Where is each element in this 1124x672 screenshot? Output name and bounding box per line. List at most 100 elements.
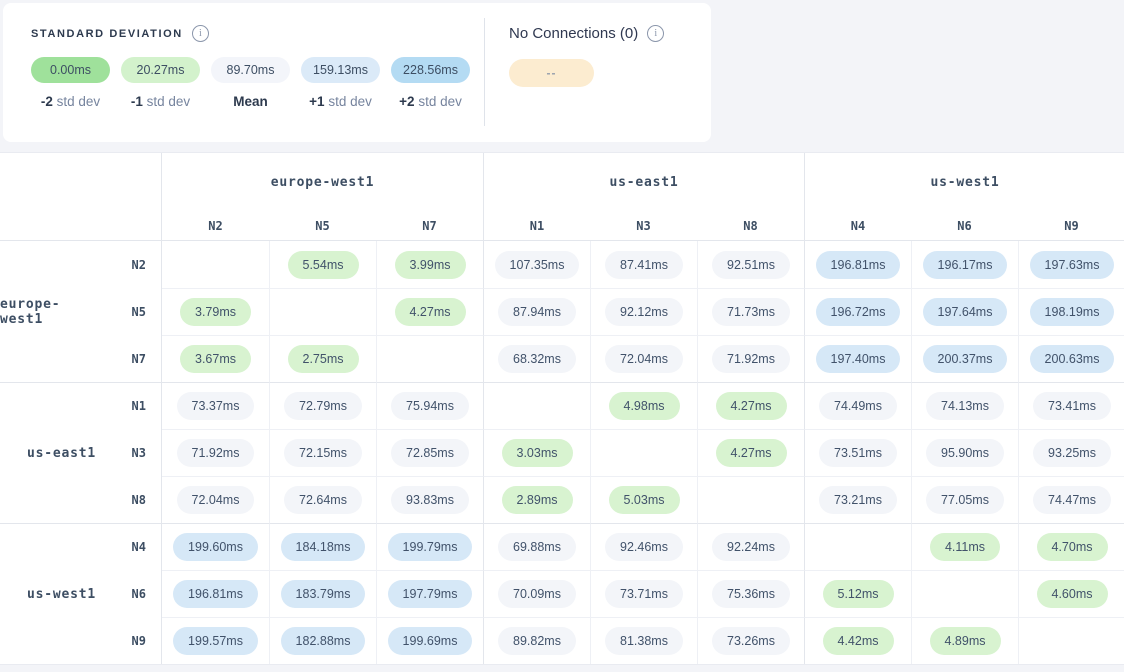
latency-pill[interactable]: 75.36ms: [712, 580, 790, 608]
latency-pill[interactable]: 74.47ms: [1033, 486, 1111, 514]
latency-pill[interactable]: 107.35ms: [495, 251, 580, 279]
latency-pill[interactable]: 4.98ms: [609, 392, 680, 420]
empty-cell: [269, 288, 376, 335]
latency-pill[interactable]: 92.12ms: [605, 298, 683, 326]
latency-pill[interactable]: 73.51ms: [819, 439, 897, 467]
latency-pill[interactable]: 68.32ms: [498, 345, 576, 373]
legend-pill-mean: 89.70ms: [211, 57, 290, 83]
latency-pill[interactable]: 197.63ms: [1030, 251, 1115, 279]
latency-pill[interactable]: 72.64ms: [284, 486, 362, 514]
latency-pill[interactable]: 92.51ms: [712, 251, 790, 279]
latency-cell: 197.64ms: [911, 288, 1018, 335]
latency-pill[interactable]: 4.27ms: [716, 439, 787, 467]
legend-pill-plus2: 228.56ms: [391, 57, 470, 83]
latency-cell: 197.40ms: [804, 335, 911, 382]
node-column-header: N8: [697, 211, 804, 241]
latency-pill[interactable]: 93.83ms: [391, 486, 469, 514]
latency-pill[interactable]: 196.17ms: [923, 251, 1008, 279]
no-connections-pill: --: [509, 59, 594, 87]
latency-pill[interactable]: 199.57ms: [173, 627, 258, 655]
latency-pill[interactable]: 4.27ms: [716, 392, 787, 420]
latency-pill[interactable]: 5.12ms: [823, 580, 894, 608]
latency-cell: 2.89ms: [483, 476, 590, 523]
latency-pill[interactable]: 200.37ms: [923, 345, 1008, 373]
info-icon[interactable]: i: [192, 25, 209, 42]
latency-pill[interactable]: 81.38ms: [605, 627, 683, 655]
latency-pill[interactable]: 3.99ms: [395, 251, 466, 279]
latency-pill[interactable]: 2.75ms: [288, 345, 359, 373]
latency-cell: 4.27ms: [697, 382, 804, 429]
latency-pill[interactable]: 4.11ms: [930, 533, 1000, 561]
latency-pill[interactable]: 73.21ms: [819, 486, 897, 514]
latency-pill[interactable]: 72.04ms: [605, 345, 683, 373]
latency-pill[interactable]: 73.71ms: [605, 580, 683, 608]
latency-cell: 72.15ms: [269, 429, 376, 476]
latency-pill[interactable]: 3.03ms: [502, 439, 573, 467]
latency-pill[interactable]: 4.60ms: [1037, 580, 1108, 608]
node-column-header: N1: [483, 211, 590, 241]
latency-pill[interactable]: 198.19ms: [1030, 298, 1115, 326]
latency-pill[interactable]: 75.94ms: [391, 392, 469, 420]
latency-pill[interactable]: 200.63ms: [1030, 345, 1115, 373]
latency-cell: 73.21ms: [804, 476, 911, 523]
latency-pill[interactable]: 199.79ms: [388, 533, 473, 561]
latency-pill[interactable]: 197.40ms: [816, 345, 901, 373]
latency-pill[interactable]: 87.41ms: [605, 251, 683, 279]
latency-pill[interactable]: 89.82ms: [498, 627, 576, 655]
latency-pill[interactable]: 71.92ms: [712, 345, 790, 373]
latency-pill[interactable]: 71.92ms: [177, 439, 255, 467]
latency-pill[interactable]: 93.25ms: [1033, 439, 1111, 467]
legend-label-mean: Mean: [211, 94, 290, 109]
latency-cell: 4.27ms: [376, 288, 483, 335]
latency-pill[interactable]: 4.27ms: [395, 298, 466, 326]
latency-pill[interactable]: 197.64ms: [923, 298, 1008, 326]
latency-cell: 81.38ms: [590, 617, 697, 664]
latency-pill[interactable]: 73.37ms: [177, 392, 255, 420]
latency-pill[interactable]: 69.88ms: [498, 533, 576, 561]
region-column-header-label: europe-west1: [271, 175, 375, 190]
latency-pill[interactable]: 72.15ms: [284, 439, 362, 467]
latency-pill[interactable]: 87.94ms: [498, 298, 576, 326]
latency-pill[interactable]: 74.13ms: [926, 392, 1004, 420]
latency-pill[interactable]: 184.18ms: [281, 533, 366, 561]
node-column-header: N6: [911, 211, 1018, 241]
latency-cell: 71.92ms: [162, 429, 269, 476]
latency-pill[interactable]: 199.69ms: [388, 627, 473, 655]
latency-pill[interactable]: 92.46ms: [605, 533, 683, 561]
latency-pill[interactable]: 3.67ms: [180, 345, 251, 373]
latency-pill[interactable]: 77.05ms: [926, 486, 1004, 514]
latency-pill[interactable]: 4.70ms: [1037, 533, 1108, 561]
latency-cell: 196.81ms: [804, 241, 911, 288]
latency-pill[interactable]: 95.90ms: [926, 439, 1004, 467]
latency-pill[interactable]: 71.73ms: [712, 298, 790, 326]
latency-pill[interactable]: 92.24ms: [712, 533, 790, 561]
latency-pill[interactable]: 197.79ms: [388, 580, 473, 608]
latency-cell: 3.67ms: [162, 335, 269, 382]
latency-pill[interactable]: 72.79ms: [284, 392, 362, 420]
info-icon[interactable]: i: [647, 25, 664, 42]
latency-pill[interactable]: 183.79ms: [281, 580, 366, 608]
latency-pill[interactable]: 196.81ms: [173, 580, 258, 608]
latency-pill[interactable]: 196.81ms: [816, 251, 901, 279]
latency-cell: 198.19ms: [1018, 288, 1124, 335]
node-row-label-text: N4: [132, 540, 146, 554]
latency-pill[interactable]: 73.26ms: [712, 627, 790, 655]
latency-pill[interactable]: 5.54ms: [288, 251, 359, 279]
latency-pill[interactable]: 4.89ms: [930, 627, 1001, 655]
legend-label-plus2: +2 std dev: [391, 94, 470, 109]
latency-pill[interactable]: 182.88ms: [281, 627, 366, 655]
latency-pill[interactable]: 74.49ms: [819, 392, 897, 420]
latency-pill[interactable]: 5.03ms: [609, 486, 680, 514]
latency-pill[interactable]: 199.60ms: [173, 533, 258, 561]
latency-pill[interactable]: 70.09ms: [498, 580, 576, 608]
latency-pill[interactable]: 4.42ms: [823, 627, 894, 655]
latency-pill[interactable]: 3.79ms: [180, 298, 251, 326]
node-column-header: N4: [804, 211, 911, 241]
legend-label-minus2: -2 std dev: [31, 94, 110, 109]
latency-pill[interactable]: 196.72ms: [816, 298, 901, 326]
latency-pill[interactable]: 72.04ms: [177, 486, 255, 514]
latency-pill[interactable]: 2.89ms: [502, 486, 573, 514]
latency-pill[interactable]: 72.85ms: [391, 439, 469, 467]
latency-pill[interactable]: 73.41ms: [1033, 392, 1111, 420]
latency-cell: 5.03ms: [590, 476, 697, 523]
